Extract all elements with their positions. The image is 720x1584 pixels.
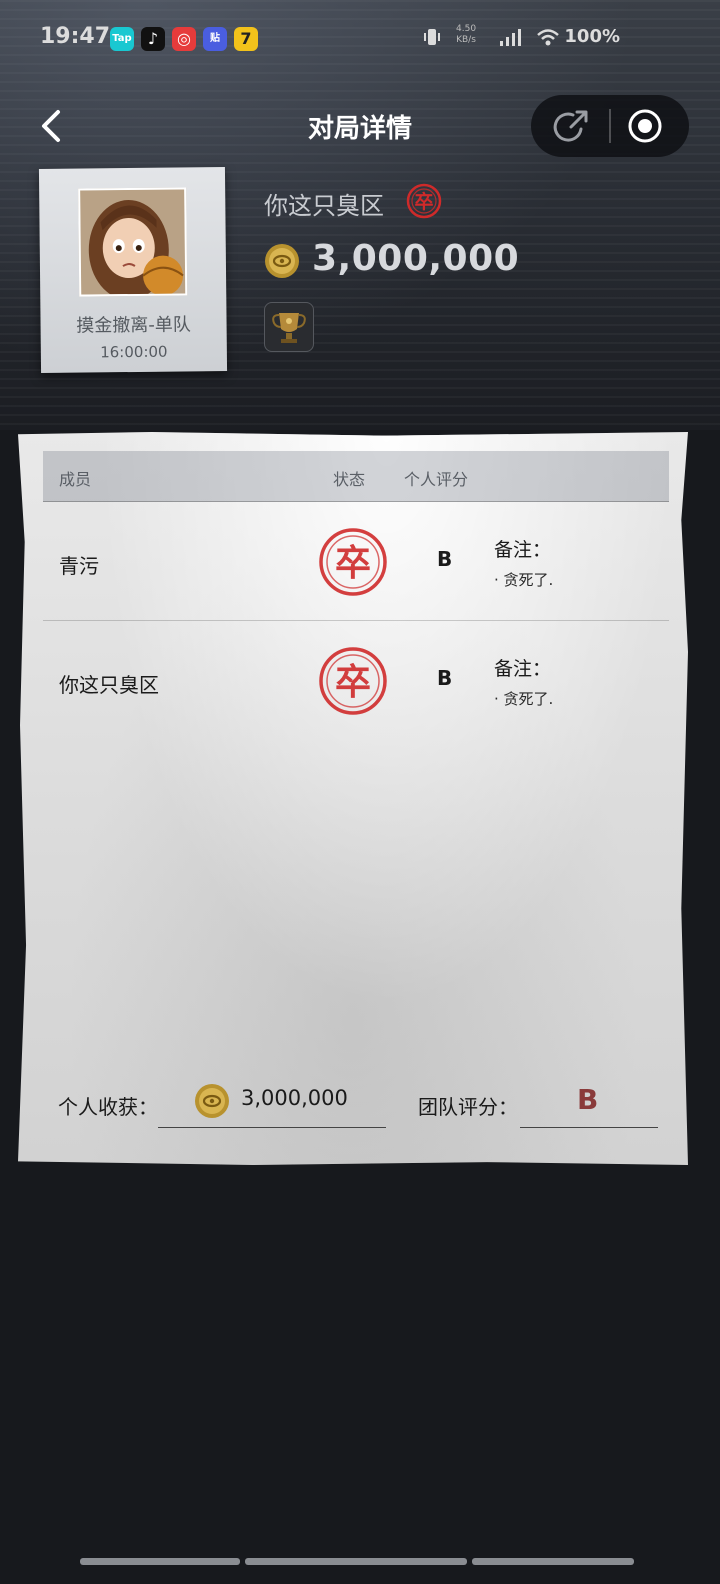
trophy-badge[interactable] — [264, 302, 314, 352]
mini-program-capsule — [531, 95, 689, 157]
share-button[interactable] — [551, 107, 591, 145]
player-name: 你这只臭区 — [264, 192, 384, 220]
svg-text:卒: 卒 — [335, 543, 371, 584]
net-speed-unit: KB/s — [456, 35, 476, 45]
wifi-icon — [536, 28, 560, 51]
net-speed-value: 4.50 — [456, 24, 477, 34]
character-portrait-icon — [80, 189, 186, 297]
net-speed: 4.50 KB/s — [456, 24, 476, 46]
netease-music-icon: ◎ — [172, 27, 196, 51]
status-bar: 19:47 Tap ♪ ◎ 贴 7 4.50 KB/s 100% — [0, 0, 720, 76]
status-time: 19:47 — [40, 24, 111, 49]
record-circle-icon — [628, 109, 662, 143]
note-label: 备注： — [494, 539, 552, 561]
coin-icon — [264, 243, 300, 279]
team-rating-label: 团队评分： — [418, 1095, 518, 1119]
member-grade: B — [437, 547, 453, 571]
taptap-icon: Tap — [110, 27, 134, 51]
member-grade: B — [437, 666, 453, 690]
svg-text:卒: 卒 — [335, 662, 371, 703]
svg-text:卒: 卒 — [414, 190, 433, 213]
home-indicator-segment — [245, 1558, 467, 1565]
home-indicator-segment — [80, 1558, 240, 1565]
gold-amount: 3,000,000 — [312, 238, 520, 279]
profile-card: 摸金撤离-单队 16:00:00 — [38, 167, 228, 373]
note-text: · 贪死了. — [494, 571, 554, 589]
header-rating: 个人评分 — [404, 470, 469, 489]
team-grade: B — [577, 1083, 599, 1116]
table-row: 青污 卒 B 备注： · 贪死了. — [43, 502, 669, 620]
avatar[interactable] — [78, 187, 188, 297]
table-row: 你这只臭区 卒 B 备注： · 贪死了. — [43, 621, 669, 739]
dead-stamp-icon: 卒 — [405, 182, 443, 220]
income-underline — [158, 1127, 386, 1128]
note-label: 备注： — [494, 658, 552, 680]
home-indicator[interactable] — [80, 1558, 636, 1565]
income-label: 个人收获： — [58, 1095, 158, 1119]
battery-level: 100% — [564, 26, 620, 47]
trophy-icon — [272, 313, 306, 343]
dead-stamp-icon: 卒 — [317, 526, 389, 598]
tiktok-icon: ♪ — [141, 27, 165, 51]
game-mode-label: 摸金撤离-单队 — [76, 314, 191, 337]
vibrate-icon — [422, 28, 442, 51]
team-grade-underline — [520, 1127, 658, 1128]
note-text: · 贪死了. — [494, 690, 554, 708]
member-name: 你这只臭区 — [59, 673, 159, 697]
home-indicator-segment — [472, 1558, 634, 1565]
header-status: 状态 — [333, 470, 366, 489]
app-7-icon: 7 — [234, 27, 258, 51]
member-name: 青污 — [59, 554, 99, 578]
income-value: 3,000,000 — [241, 1086, 348, 1110]
dead-stamp-icon: 卒 — [317, 645, 389, 717]
signal-icon — [498, 28, 524, 51]
table-header: 成员 状态 个人评分 — [43, 451, 669, 502]
match-result-sheet: 成员 状态 个人评分 青污 卒 B 备注： · 贪死了. 你这只臭区 卒 B 备… — [18, 432, 688, 1165]
coin-icon — [194, 1083, 230, 1119]
capsule-divider — [609, 109, 611, 143]
header-member: 成员 — [59, 470, 92, 489]
game-time-label: 16:00:00 — [100, 342, 168, 362]
share-icon — [553, 110, 588, 142]
close-miniprogram-button[interactable] — [627, 108, 663, 144]
tieba-icon: 贴 — [203, 27, 227, 51]
